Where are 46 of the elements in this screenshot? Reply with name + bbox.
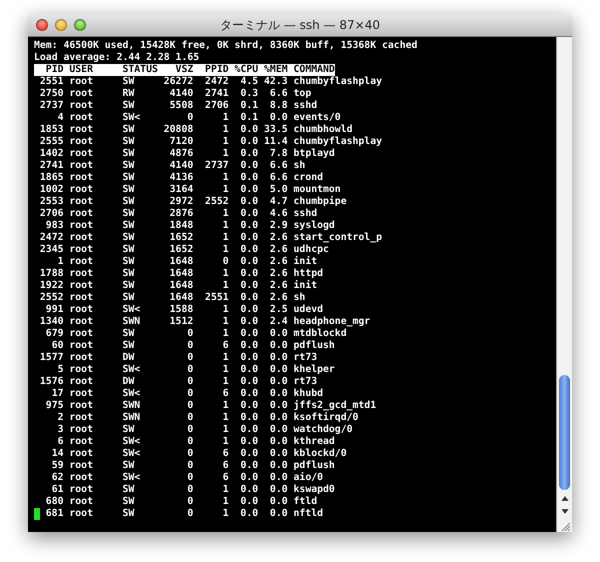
process-line: 6 root SW< 0 1 0.0 0.0 kthread	[56, 436, 336, 448]
process-line: 60 root SW 0 6 0.0 0.0 pdflush	[50, 340, 336, 352]
process-line: 2 root SWN 0 1 0.0 0.0 ksoftirqd/0	[56, 412, 360, 424]
process-line: 1576 root DW 0 1 0.0 0.0 rt73	[38, 376, 318, 388]
process-line: 1 root SW 1648 0 0.0 2.6 init	[56, 256, 318, 268]
scroll-thumb[interactable]	[559, 375, 570, 490]
process-line: 61 root SW 0 1 0.0 0.0 kswapd0	[50, 484, 336, 496]
process-line: 1865 root SW 4136 1 0.0 6.6 crond	[38, 172, 324, 184]
process-line: 62 root SW< 0 6 0.0 0.0 aio/0	[50, 472, 324, 484]
process-line: 2555 root SW 7120 1 0.0 11.4 chumbyflashplay	[38, 136, 383, 148]
minimize-button[interactable]	[55, 19, 67, 31]
process-line: 1002 root SW 3164 1 0.0 5.0 mountmon	[38, 184, 342, 196]
terminal-line: Load average: 2.44 2.28 1.65	[34, 52, 200, 64]
process-line: 991 root SW< 1588 1 0.0 2.5 udevd	[44, 304, 324, 316]
process-line: 1402 root SW 4876 1 0.0 7.8 btplayd	[38, 148, 336, 160]
process-line: 1922 root SW 1648 1 0.0 2.6 init	[38, 280, 318, 292]
process-line: 681 root SW 0 1 0.0 0.0 nftld	[44, 508, 324, 520]
process-line: 2750 root RW 4140 2741 0.3 6.6 top	[38, 88, 312, 100]
process-line: 2741 root SW 4140 2737 0.0 6.6 sh	[38, 160, 306, 172]
process-line: 2345 root SW 1652 1 0.0 2.6 udhcpc	[38, 244, 330, 256]
process-line: 679 root SW 0 1 0.0 0.0 mtdblockd	[44, 328, 348, 340]
process-line: 983 root SW 1848 1 0.0 2.9 syslogd	[44, 220, 336, 232]
process-line: 1853 root SW 20808 1 0.0 33.5 chumbhowld	[38, 124, 354, 136]
process-line: 17 root SW< 0 6 0.0 0.0 khubd	[50, 388, 324, 400]
process-line: 5 root SW< 0 1 0.0 0.0 khelper	[56, 364, 336, 376]
zoom-button[interactable]	[74, 19, 86, 31]
process-line: 14 root SW< 0 6 0.0 0.0 kblockd/0	[50, 448, 348, 460]
process-line: 1788 root SW 1648 1 0.0 2.6 httpd	[38, 268, 324, 280]
process-line: 4 root SW< 0 1 0.1 0.0 events/0	[56, 112, 342, 124]
close-button[interactable]	[36, 19, 48, 31]
terminal-line: Mem: 46500K used, 15428K free, 0K shrd, 8360K buff, 15368K cached	[34, 40, 418, 52]
process-line: 2553 root SW 2972 2552 0.0 4.7 chumbpipe	[38, 196, 348, 208]
process-line: 59 root SW 0 6 0.0 0.0 pdflush	[50, 460, 336, 472]
process-line: 680 root SW 0 1 0.0 0.0 ftld	[44, 496, 318, 508]
process-line: 2551 root SW 26272 2472 4.5 42.3 chumbyflashplay	[38, 76, 383, 88]
process-line: 2706 root SW 2876 1 0.0 4.6 sshd	[38, 208, 318, 220]
text-cursor	[34, 508, 40, 520]
process-line: 975 root SWN 0 1 0.0 0.0 jffs2_gcd_mtd1	[44, 400, 378, 412]
process-line: 3 root SW 0 1 0.0 0.0 watchdog/0	[56, 424, 354, 436]
scrollbar[interactable]	[556, 37, 572, 532]
window-title: ターミナル — ssh — 87×40	[220, 16, 380, 34]
process-line: 2472 root SW 1652 1 0.0 2.6 start_control_p	[38, 232, 383, 244]
process-line: 2552 root SW 1648 2551 0.0 2.6 sh	[38, 292, 306, 304]
process-line: 1577 root DW 0 1 0.0 0.0 rt73	[38, 352, 318, 364]
process-line: 1340 root SWN 1512 1 0.0 2.4 headphone_mgr	[38, 316, 372, 328]
process-line: 2737 root SW 5508 2706 0.1 8.8 sshd	[38, 100, 318, 112]
